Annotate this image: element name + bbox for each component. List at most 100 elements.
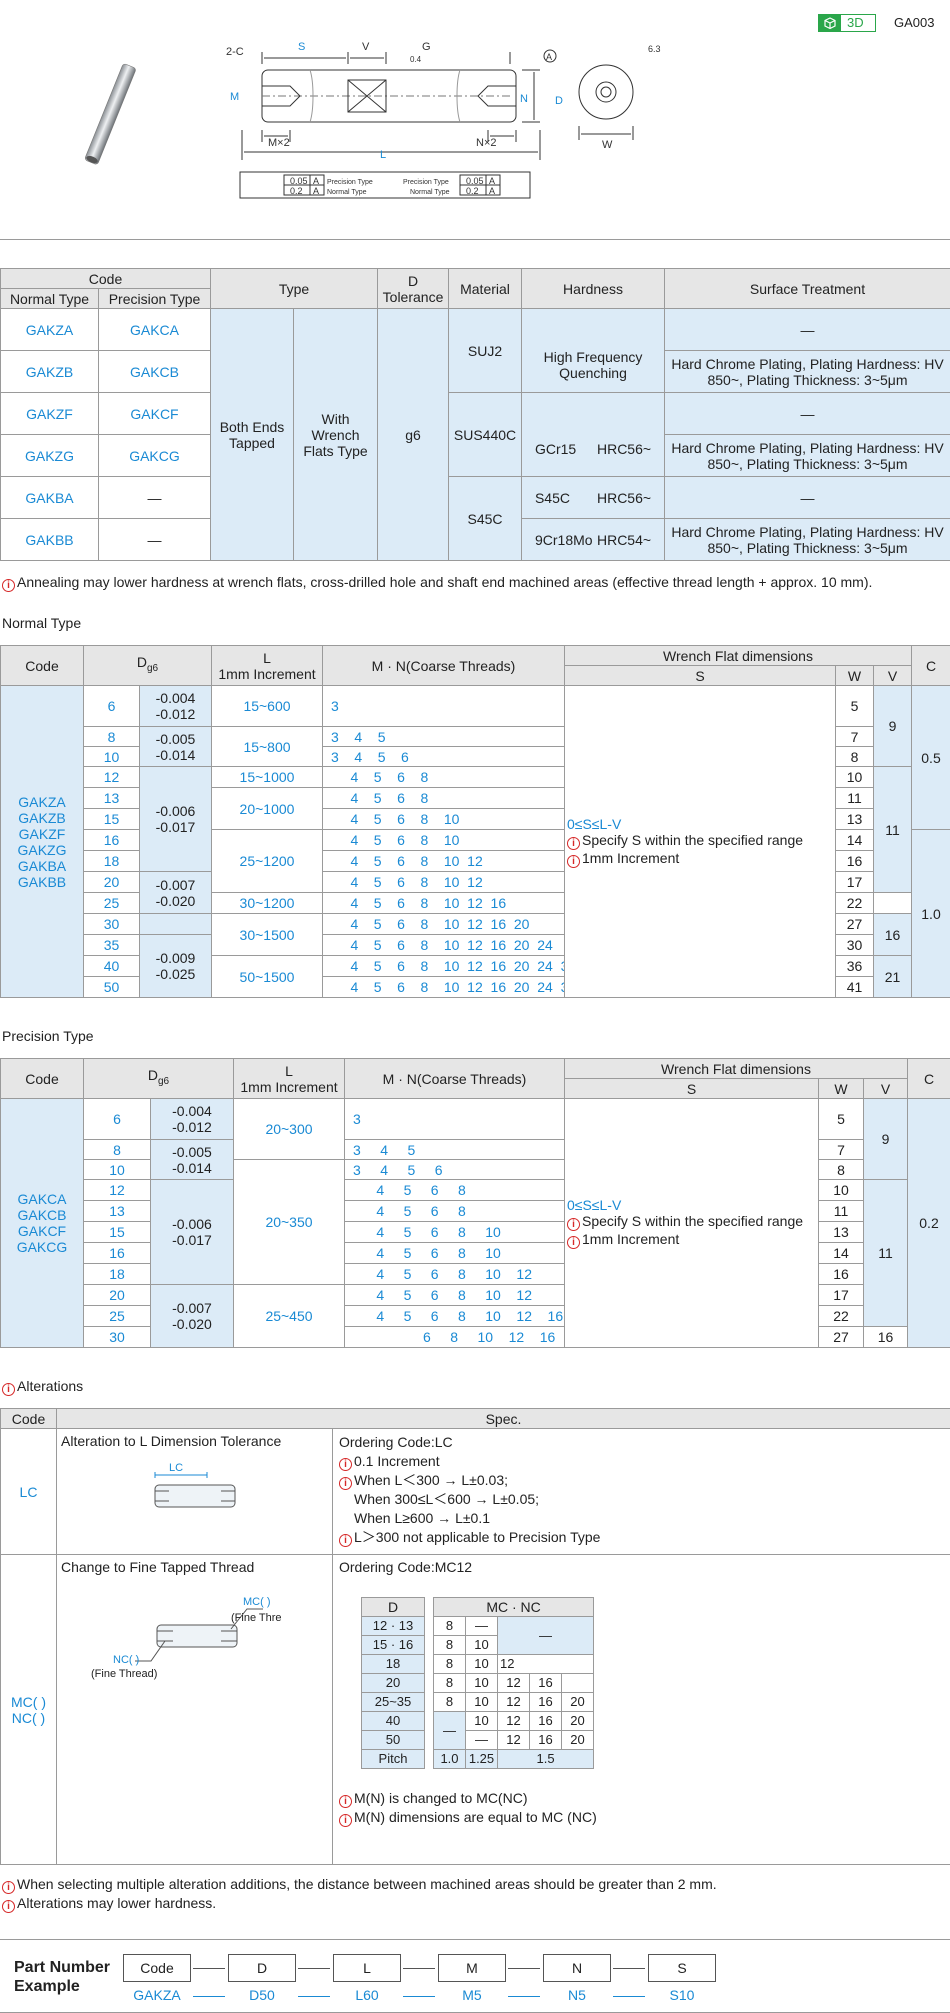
code-link[interactable]: GAKZA <box>0 308 99 351</box>
svg-text:0.05: 0.05 <box>290 176 308 186</box>
table-cell: 12 <box>497 1711 530 1731</box>
table-header-cell: C <box>911 645 950 686</box>
code-link[interactable]: GAKZG <box>0 434 99 477</box>
table-cell: 10 <box>465 1692 498 1712</box>
pn-field-code: Code <box>123 1954 191 1982</box>
table-header-cell: S <box>564 1078 819 1099</box>
table-cell: 4 5 6 8 10 12 <box>322 850 565 872</box>
table-cell: Both Ends Tapped <box>210 308 294 561</box>
table-cell: 7 <box>818 1139 864 1160</box>
svg-text:LC: LC <box>169 1462 183 1474</box>
table-cell: 12 · 13 <box>361 1616 425 1636</box>
mc-nc-table: MC · NC 8— — 8 10 8 10 12 8 10 12 16 8 10 12 16 20 … <box>432 1597 595 1769</box>
table-header-cell: MC · NC <box>432 1597 595 1617</box>
table-cell: 1.0 <box>433 1749 466 1769</box>
svg-text:0.05: 0.05 <box>466 176 484 186</box>
table-cell: 50 <box>361 1730 425 1750</box>
alt-code-mc[interactable]: MC( ) NC( ) <box>0 1554 57 1865</box>
shaft-photo <box>85 63 136 165</box>
table-cell: 16 <box>83 829 140 851</box>
table-cell: — <box>496 1616 595 1655</box>
table-cell: 10 <box>818 1179 864 1201</box>
h-hardness: Hardness <box>521 268 666 309</box>
code-link[interactable]: GAKZF <box>0 392 99 435</box>
table-cell: 16 <box>529 1730 562 1750</box>
table-cell: 5 <box>818 1098 864 1140</box>
table-cell: -0.004 -0.012 <box>139 685 212 727</box>
code-link[interactable]: GAKCB <box>98 350 211 393</box>
table-header-cell: M · N(Coarse Threads) <box>322 645 565 686</box>
table-cell: 1.25 <box>465 1749 498 1769</box>
table-cell: 6 8 10 12 16 20 <box>344 1326 565 1348</box>
table-cell: 36 <box>835 955 874 977</box>
table-cell: 8 <box>818 1159 864 1180</box>
table-header-cell: Wrench Flat dimensions <box>564 645 912 666</box>
table-header-cell: W <box>818 1078 864 1099</box>
table-cell: 4 5 6 8 10 <box>344 1221 565 1243</box>
table-cell: 10 <box>835 766 874 788</box>
table-cell: 0≤S≤L-V i Specify S within the specified r… <box>564 1098 819 1348</box>
svg-text:(Fine Thread): (Fine Thread) <box>231 1612 281 1624</box>
table-header-cell: L 1mm Increment <box>233 1058 345 1099</box>
table-cell: 8 <box>433 1673 466 1693</box>
table-cell: 4 5 6 8 10 12 16 20 24 30 <box>322 955 565 977</box>
table-cell: 25~1200 <box>211 829 323 893</box>
code-link[interactable]: GAKBB <box>0 518 99 561</box>
alt-code-lc[interactable]: LC <box>0 1428 57 1555</box>
table-cell: 35 <box>83 934 140 956</box>
table-cell: 50~1500 <box>211 955 323 998</box>
dim-g-rough: 0.4 <box>410 55 422 64</box>
code-link[interactable]: GAKCG <box>98 434 211 477</box>
code-link[interactable]: GAKBA <box>0 476 99 519</box>
pn-field-l: L <box>333 1954 401 1982</box>
normal-type-title: Normal Type <box>2 615 82 631</box>
table-cell: 25~450 <box>233 1284 345 1348</box>
table-cell: 14 <box>835 829 874 851</box>
table-cell: 9 <box>863 1098 908 1180</box>
table-cell: 10 <box>465 1635 498 1655</box>
table-header-cell: Normal Type <box>0 288 99 309</box>
table-header-cell: Code <box>0 645 84 686</box>
table-cell: 1.0 <box>911 829 950 998</box>
table-header-cell: S <box>564 665 836 686</box>
table-cell: 4 5 6 8 <box>344 1200 565 1222</box>
code-link[interactable]: GAKZB <box>0 350 99 393</box>
dim-chamfer: 2-C <box>226 46 244 58</box>
mc-shaft-icon: MC( ) (Fine Thread) NC( ) (Fine Thread) <box>91 1596 297 1680</box>
table-cell: Alteration to L Dimension Tolerance LC <box>56 1428 333 1555</box>
code-link[interactable]: GAKCA <box>98 308 211 351</box>
table-cell: 8 <box>83 1139 151 1160</box>
pn-value-l: L60 <box>355 1987 379 2003</box>
svg-text:A: A <box>313 186 319 196</box>
rough-63: 6.3 <box>648 44 661 54</box>
table-header-cell: D <box>361 1597 425 1617</box>
table-cell: Hard Chrome Plating, Plating Hardness: H… <box>664 350 950 393</box>
table-cell: 13 <box>83 1200 151 1222</box>
normal-codes[interactable]: GAKZA GAKZB GAKZF GAKZG GAKBA GAKBB <box>0 685 84 998</box>
table-cell: — <box>465 1616 498 1636</box>
note-anneal: i Annealing may lower hardness at wrench … <box>0 573 872 592</box>
table-cell: 4 5 6 8 <box>322 766 565 788</box>
table-cell: 14 <box>818 1242 864 1264</box>
table-cell: SUJ2 <box>448 308 523 393</box>
table-cell: — <box>98 518 211 561</box>
table-cell: 5 <box>835 685 874 727</box>
table-cell: 15 <box>83 1221 151 1243</box>
precision-codes[interactable]: GAKCA GAKCB GAKCF GAKCG <box>0 1098 84 1348</box>
info-icon: i <box>2 579 15 592</box>
table-cell: 16 <box>529 1692 562 1712</box>
table-cell: 8 <box>433 1692 466 1712</box>
table-header-cell: Wrench Flat dimensions <box>564 1058 908 1079</box>
badge-3d[interactable]: 3D <box>818 14 876 32</box>
precision-type-table: Code Dg6 L 1mm Increment M · N(Coarse Thr… <box>0 1058 950 1348</box>
pn-value-m: M5 <box>462 1987 482 2003</box>
table-header-cell: L 1mm Increment <box>211 645 323 686</box>
table-cell: 8 <box>433 1616 466 1636</box>
table-cell: 22 <box>835 892 874 914</box>
note-hardness: i Alterations may lower hardness. <box>0 1894 216 1913</box>
code-link[interactable]: GAKCF <box>98 392 211 435</box>
table-cell: 16 <box>863 1326 908 1348</box>
table-cell: 7 <box>835 726 874 747</box>
table-cell: 40 <box>83 955 140 977</box>
table-cell <box>139 913 212 935</box>
